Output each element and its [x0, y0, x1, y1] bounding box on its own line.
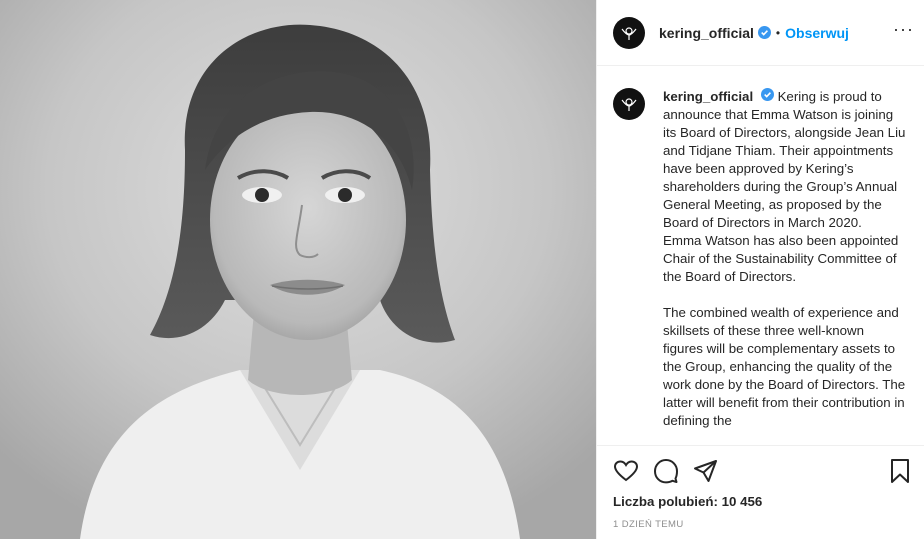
caption-avatar[interactable]	[613, 88, 645, 120]
caption-paragraph-1: kering_official Kering is proud to annou…	[663, 88, 907, 232]
caption-paragraph-3: The combined wealth of experience and sk…	[663, 305, 909, 428]
caption-area: kering_official Kering is proud to annou…	[597, 66, 924, 445]
post-caption: kering_official Kering is proud to annou…	[663, 88, 907, 430]
share-icon[interactable]	[693, 458, 719, 484]
kering-logo-icon	[621, 98, 637, 111]
separator-dot: •	[775, 25, 781, 40]
profile-avatar[interactable]	[613, 16, 645, 49]
follow-button[interactable]: Obserwuj	[785, 25, 849, 41]
portrait-image	[0, 0, 596, 539]
post-header: kering_official • Obserwuj ···	[597, 0, 924, 66]
post-side-panel: kering_official • Obserwuj ··· kering_of…	[596, 0, 924, 539]
likes-count[interactable]: Liczba polubień: 10 456	[613, 494, 908, 509]
post-photo[interactable]	[0, 0, 596, 539]
comment-icon[interactable]	[653, 458, 679, 484]
post-timestamp[interactable]: 1 dzień temu	[613, 519, 908, 530]
post-actions: Liczba polubień: 10 456 1 dzień temu	[597, 445, 924, 539]
more-options-icon[interactable]: ···	[893, 20, 914, 38]
kering-logo-icon	[621, 26, 637, 40]
header-username[interactable]: kering_official	[659, 25, 754, 41]
heart-icon[interactable]	[613, 458, 639, 484]
caption-paragraph-2: Emma Watson has also been appointed Chai…	[663, 233, 903, 284]
caption-text-1: Kering is proud to announce that Emma Wa…	[663, 89, 910, 230]
bookmark-icon[interactable]	[888, 458, 912, 484]
verified-badge-icon	[757, 26, 771, 39]
verified-badge-icon	[760, 88, 774, 101]
instagram-post: kering_official • Obserwuj ··· kering_of…	[0, 0, 924, 539]
caption-username[interactable]: kering_official	[663, 89, 753, 104]
action-icons	[613, 458, 908, 484]
